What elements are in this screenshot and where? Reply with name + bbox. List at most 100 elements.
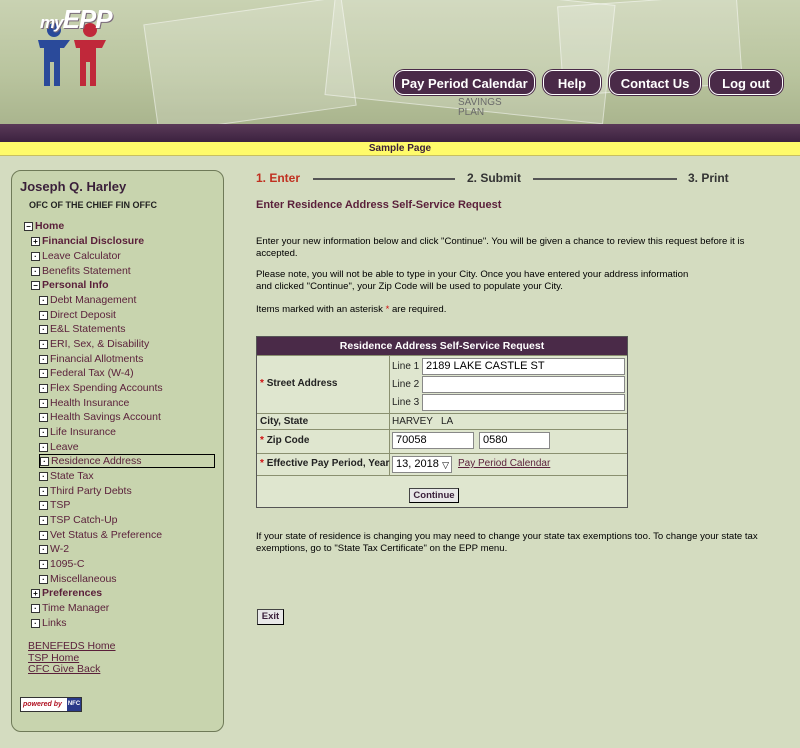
tree-item-links[interactable]: · Links xyxy=(31,616,67,630)
street-line3-input[interactable] xyxy=(422,394,625,411)
tree-item-life-insurance[interactable]: · Life Insurance xyxy=(39,425,116,439)
state-tax-note: If your state of residence is changing y… xyxy=(256,531,758,554)
required-note: Items marked with an asterisk * are requ… xyxy=(256,304,447,315)
step-print: 3. Print xyxy=(688,171,729,185)
user-organization: OFC OF THE CHIEF FIN OFFC xyxy=(29,200,157,210)
leaf-icon: · xyxy=(31,618,40,628)
tree-item-residence-address[interactable]: · Residence Address xyxy=(39,454,215,468)
tree-item-leave[interactable]: · Leave xyxy=(39,440,79,454)
leaf-icon: · xyxy=(39,412,48,422)
cfc-give-back-link[interactable]: CFC Give Back xyxy=(28,663,100,675)
leaf-icon: · xyxy=(31,266,40,276)
tree-item-time-manager[interactable]: · Time Manager xyxy=(31,601,109,615)
tree-item-health-insurance[interactable]: · Health Insurance xyxy=(39,396,129,410)
leaf-icon: · xyxy=(39,515,48,525)
city-state-label: City, State xyxy=(260,416,309,427)
expand-icon[interactable]: + xyxy=(31,588,40,598)
sidebar: Joseph Q. Harley OFC OF THE CHIEF FIN OF… xyxy=(11,170,224,732)
exit-button[interactable]: Exit xyxy=(257,609,284,625)
state-value: LA xyxy=(441,416,454,427)
tree-item-w2[interactable]: · W-2 xyxy=(39,542,69,556)
tree-item-vet-status[interactable]: · Vet Status & Preference xyxy=(39,528,162,542)
leaf-icon: · xyxy=(39,500,48,510)
pay-period-select[interactable]: 13, 2018 ▽ xyxy=(392,456,452,473)
continue-button[interactable]: Continue xyxy=(409,488,459,503)
leaf-icon: · xyxy=(39,295,48,305)
tree-item-personal-info[interactable]: − Personal Info xyxy=(31,278,109,292)
city-value: HARVEY xyxy=(392,416,433,427)
tree-item-tsp[interactable]: · TSP xyxy=(39,498,70,512)
column-divider xyxy=(389,430,390,453)
tree-item-miscellaneous[interactable]: · Miscellaneous xyxy=(39,572,117,586)
logout-button[interactable]: Log out xyxy=(709,70,783,95)
leaf-icon: · xyxy=(39,383,48,393)
user-name: Joseph Q. Harley xyxy=(20,179,127,194)
tree-item-federal-tax[interactable]: · Federal Tax (W-4) xyxy=(39,366,134,380)
leaf-icon: · xyxy=(39,310,48,320)
tree-item-preferences[interactable]: + Preferences xyxy=(31,586,102,600)
line3-label: Line 3 xyxy=(392,397,420,408)
leaf-icon: · xyxy=(31,251,40,261)
tree-item-home[interactable]: − Home xyxy=(24,219,64,233)
leaf-icon: · xyxy=(39,354,48,364)
page-title: Enter Residence Address Self-Service Req… xyxy=(256,199,502,211)
zip-code-input[interactable]: 70058 xyxy=(392,432,474,449)
tree-item-el-statements[interactable]: · E&L Statements xyxy=(39,322,125,336)
tree-item-1095c[interactable]: · 1095-C xyxy=(39,557,84,571)
leaf-icon: · xyxy=(39,574,48,584)
intro-paragraph: Enter your new information below and cli… xyxy=(256,236,745,259)
chevron-down-icon: ▽ xyxy=(442,460,449,470)
zip-plus4-input[interactable]: 0580 xyxy=(479,432,550,449)
leaf-icon: · xyxy=(39,398,48,408)
leaf-icon: · xyxy=(39,471,48,481)
collapse-icon[interactable]: − xyxy=(24,221,33,231)
step-connector xyxy=(313,178,455,180)
collapse-icon[interactable]: − xyxy=(31,280,40,290)
benefeds-home-link[interactable]: BENEFEDS Home xyxy=(28,640,116,652)
tree-item-flex-spending[interactable]: · Flex Spending Accounts xyxy=(39,381,163,395)
step-enter: 1. Enter xyxy=(256,171,301,185)
leaf-icon: · xyxy=(31,603,40,613)
leaf-icon: · xyxy=(39,544,48,554)
leaf-icon: · xyxy=(39,324,48,334)
city-note-paragraph: Please note, you will not be able to typ… xyxy=(256,269,689,292)
help-button[interactable]: Help xyxy=(543,70,601,95)
line1-label: Line 1 xyxy=(392,361,420,372)
street-address-label: * Street Address xyxy=(260,378,338,389)
zip-code-label: * Zip Code xyxy=(260,435,310,446)
expand-icon[interactable]: + xyxy=(31,236,40,246)
continue-row: Continue xyxy=(257,475,627,508)
tree-item-financial-disclosure[interactable]: + Financial Disclosure xyxy=(31,234,144,248)
progress-steps: 1. Enter 2. Submit 3. Print xyxy=(256,171,800,187)
tree-item-eri-sex-disability[interactable]: · ERI, Sex, & Disability xyxy=(39,337,149,351)
leaf-icon: · xyxy=(39,486,48,496)
tree-item-debt-management[interactable]: · Debt Management xyxy=(39,293,136,307)
leaf-icon: · xyxy=(39,339,48,349)
step-connector xyxy=(533,178,677,180)
header-decoration xyxy=(143,0,357,124)
tree-item-direct-deposit[interactable]: · Direct Deposit xyxy=(39,308,116,322)
contact-us-button[interactable]: Contact Us xyxy=(609,70,701,95)
tree-item-health-savings[interactable]: · Health Savings Account xyxy=(39,410,161,424)
street-line1-input[interactable]: 2189 LAKE CASTLE ST xyxy=(422,358,625,375)
nfc-logo-icon: NFC xyxy=(67,698,81,711)
pay-period-row: * Effective Pay Period, Year 13, 2018 ▽ P… xyxy=(257,453,627,475)
tree-item-third-party-debts[interactable]: · Third Party Debts xyxy=(39,484,132,498)
city-state-row: City, State HARVEY LA xyxy=(257,413,627,429)
tree-item-leave-calculator[interactable]: · Leave Calculator xyxy=(31,249,121,263)
savings-plan-watermark: SAVINGS PLAN xyxy=(458,97,502,118)
street-line2-input[interactable] xyxy=(422,376,625,393)
pay-period-calendar-button[interactable]: Pay Period Calendar xyxy=(394,70,535,95)
leaf-icon: · xyxy=(39,368,48,378)
sample-page-banner: Sample Page xyxy=(0,142,800,156)
line2-label: Line 2 xyxy=(392,379,420,390)
form-heading: Residence Address Self-Service Request xyxy=(257,337,627,355)
pay-period-calendar-link[interactable]: Pay Period Calendar xyxy=(458,458,550,469)
tree-item-tsp-catch-up[interactable]: · TSP Catch-Up xyxy=(39,513,118,527)
tree-item-benefits-statement[interactable]: · Benefits Statement xyxy=(31,264,131,278)
tree-item-state-tax[interactable]: · State Tax xyxy=(39,469,94,483)
residence-address-form: Residence Address Self-Service Request *… xyxy=(256,336,628,508)
tree-item-financial-allotments[interactable]: · Financial Allotments xyxy=(39,352,143,366)
powered-by-nfc-logo[interactable]: powered by NFC xyxy=(20,697,82,712)
leaf-icon: · xyxy=(39,559,48,569)
